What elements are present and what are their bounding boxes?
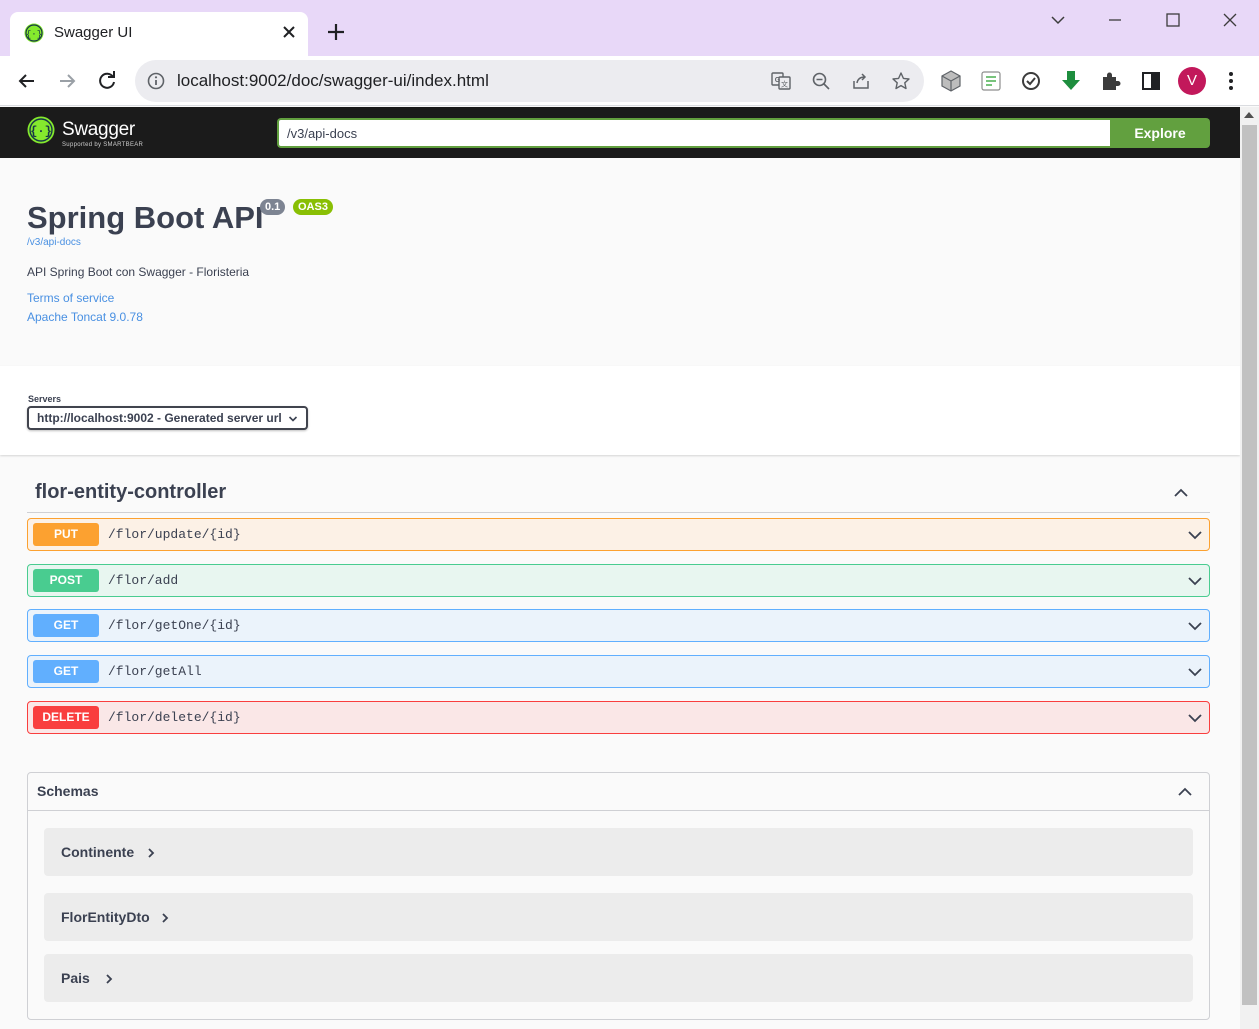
method-badge: PUT bbox=[33, 523, 99, 546]
method-badge: POST bbox=[33, 569, 99, 592]
chevron-down-icon[interactable] bbox=[1186, 663, 1204, 681]
browser-titlebar: {·} Swagger UI bbox=[0, 0, 1259, 56]
reload-icon[interactable] bbox=[94, 68, 120, 94]
extension-notes-icon[interactable] bbox=[979, 69, 1003, 93]
chevron-right-icon bbox=[162, 913, 169, 923]
address-url: localhost:9002/doc/swagger-ui/index.html bbox=[177, 71, 489, 90]
swagger-brand: Swagger bbox=[62, 119, 135, 140]
share-icon[interactable] bbox=[851, 71, 871, 91]
servers-label: Servers bbox=[28, 394, 62, 404]
chevron-up-icon[interactable] bbox=[1171, 483, 1191, 503]
schema-model-continente[interactable]: Continente bbox=[44, 828, 1193, 876]
schema-model-name: FlorEntityDto bbox=[61, 909, 150, 925]
chevron-up-icon[interactable] bbox=[1175, 782, 1195, 802]
operation-path: /flor/update/{id} bbox=[108, 527, 241, 542]
api-description: API Spring Boot con Swagger - Floristeri… bbox=[27, 265, 250, 279]
operation-post-add[interactable]: POST /flor/add bbox=[27, 564, 1210, 597]
back-icon[interactable] bbox=[14, 68, 40, 94]
swagger-topbar: {·} Swagger Supported by SMARTBEAR Explo… bbox=[0, 107, 1240, 158]
chevron-down-icon bbox=[288, 416, 298, 422]
schema-model-name: Continente bbox=[61, 844, 135, 860]
svg-text:{·}: {·} bbox=[26, 30, 42, 40]
explore-button[interactable]: Explore bbox=[1110, 118, 1210, 148]
servers-select[interactable]: http://localhost:9002 - Generated server… bbox=[27, 406, 308, 430]
oas-badge: OAS3 bbox=[293, 199, 333, 215]
zoom-out-icon[interactable] bbox=[811, 71, 831, 91]
bookmark-star-icon[interactable] bbox=[891, 71, 911, 91]
page-viewport: {·} Swagger Supported by SMARTBEAR Explo… bbox=[0, 107, 1240, 1029]
tag-header[interactable]: flor-entity-controller bbox=[27, 477, 1210, 513]
chevron-down-icon[interactable] bbox=[1186, 572, 1204, 590]
operation-path: /flor/getAll bbox=[108, 664, 202, 679]
method-badge: DELETE bbox=[33, 706, 99, 729]
spec-link[interactable]: /v3/api-docs bbox=[27, 237, 81, 248]
new-tab-icon[interactable] bbox=[324, 20, 348, 44]
close-window-icon[interactable] bbox=[1218, 8, 1242, 32]
chevron-down-icon[interactable] bbox=[1186, 526, 1204, 544]
operation-put-update[interactable]: PUT /flor/update/{id} bbox=[27, 518, 1210, 551]
schema-model-florentitydto[interactable]: FlorEntityDto bbox=[44, 893, 1193, 941]
browser-toolbar: localhost:9002/doc/swagger-ui/index.html… bbox=[0, 56, 1259, 106]
more-menu-icon[interactable] bbox=[1219, 69, 1243, 93]
browser-tab[interactable]: {·} Swagger UI bbox=[10, 12, 308, 56]
swagger-favicon-icon: {·} bbox=[24, 23, 44, 43]
close-tab-icon[interactable] bbox=[278, 21, 300, 43]
license-link[interactable]: Apache Toncat 9.0.78 bbox=[27, 310, 143, 324]
tab-title: Swagger UI bbox=[54, 24, 133, 41]
profile-avatar[interactable]: V bbox=[1178, 67, 1206, 95]
method-badge: GET bbox=[33, 614, 99, 637]
operation-path: /flor/delete/{id} bbox=[108, 710, 241, 725]
svg-text:G: G bbox=[775, 77, 781, 84]
chevron-down-icon[interactable] bbox=[1186, 617, 1204, 635]
spec-url-input[interactable] bbox=[277, 118, 1111, 148]
swagger-logo-icon[interactable]: {·} bbox=[27, 116, 55, 144]
extension-cube-icon[interactable] bbox=[939, 69, 963, 93]
schemas-title: Schemas bbox=[37, 783, 99, 799]
svg-text:文: 文 bbox=[781, 80, 788, 89]
address-bar[interactable]: localhost:9002/doc/swagger-ui/index.html… bbox=[135, 60, 924, 102]
version-badge: 0.1 bbox=[260, 199, 286, 215]
scroll-up-icon[interactable] bbox=[1244, 112, 1254, 118]
download-icon[interactable] bbox=[1059, 69, 1083, 93]
method-badge: GET bbox=[33, 660, 99, 683]
minimize-icon[interactable] bbox=[1103, 8, 1127, 32]
servers-section: Servers http://localhost:9002 - Generate… bbox=[0, 366, 1240, 455]
translate-icon[interactable]: G 文 bbox=[771, 71, 791, 91]
operation-get-one[interactable]: GET /flor/getOne/{id} bbox=[27, 609, 1210, 642]
schemas-section: Schemas Continente FlorEntityDto Pais bbox=[27, 772, 1210, 1020]
side-panel-icon[interactable] bbox=[1139, 69, 1163, 93]
extensions-puzzle-icon[interactable] bbox=[1099, 69, 1123, 93]
extension-sync-icon[interactable] bbox=[1019, 69, 1043, 93]
schema-model-pais[interactable]: Pais bbox=[44, 954, 1193, 1002]
chevron-right-icon bbox=[148, 848, 155, 858]
page-scrollbar[interactable] bbox=[1240, 107, 1259, 1029]
terms-of-service-link[interactable]: Terms of service bbox=[27, 291, 114, 305]
operation-path: /flor/add bbox=[108, 573, 179, 588]
scrollbar-thumb[interactable] bbox=[1242, 125, 1257, 1005]
tag-name: flor-entity-controller bbox=[35, 481, 227, 503]
forward-icon[interactable] bbox=[54, 68, 80, 94]
chevron-right-icon bbox=[106, 974, 113, 984]
operation-get-all[interactable]: GET /flor/getAll bbox=[27, 655, 1210, 688]
servers-selected-value: http://localhost:9002 - Generated server… bbox=[37, 411, 282, 425]
schemas-header[interactable]: Schemas bbox=[28, 773, 1209, 811]
svg-text:{·}: {·} bbox=[30, 125, 52, 139]
operation-delete[interactable]: DELETE /flor/delete/{id} bbox=[27, 701, 1210, 734]
operation-path: /flor/getOne/{id} bbox=[108, 618, 241, 633]
schema-model-name: Pais bbox=[61, 970, 90, 986]
site-info-icon[interactable] bbox=[147, 72, 165, 90]
chevron-down-icon[interactable] bbox=[1186, 709, 1204, 727]
tab-search-icon[interactable] bbox=[1046, 8, 1070, 32]
api-title: Spring Boot API bbox=[27, 200, 264, 235]
swagger-brand-sub: Supported by SMARTBEAR bbox=[62, 142, 144, 148]
maximize-icon[interactable] bbox=[1161, 8, 1185, 32]
